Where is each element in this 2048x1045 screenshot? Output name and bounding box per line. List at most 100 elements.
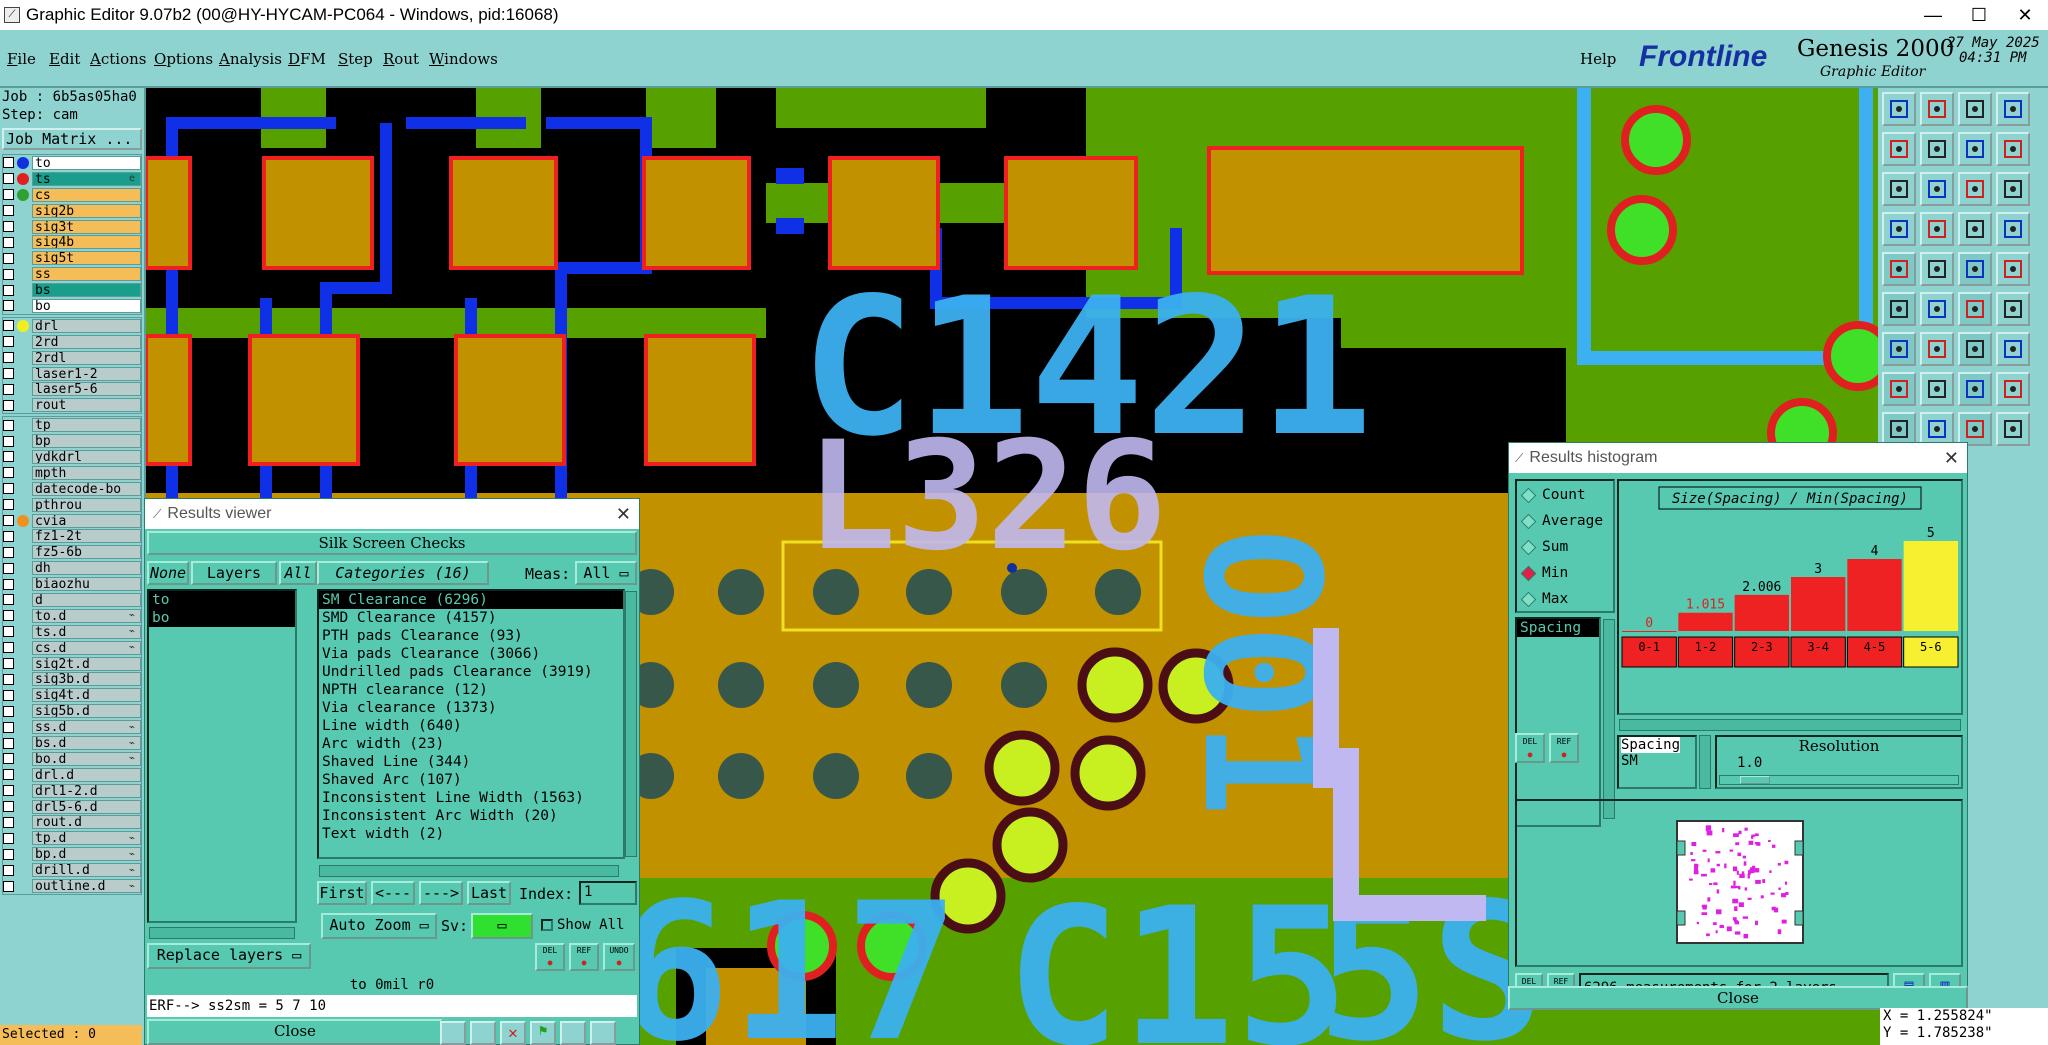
undo-button[interactable]: UNDO ● (603, 943, 635, 971)
fit-icon[interactable] (1882, 172, 1916, 206)
triangle4-icon[interactable] (1996, 412, 2030, 446)
pin-icon[interactable] (1958, 292, 1992, 326)
next-button[interactable]: ---> (419, 881, 463, 905)
layer-checkbox[interactable] (3, 300, 14, 312)
del-button[interactable]: DEL ● (535, 943, 565, 971)
layer-name[interactable]: drl5-6.d (32, 799, 141, 814)
histogram-bar[interactable] (1847, 559, 1902, 631)
layer-row-drill.d[interactable]: drill.d ⌁ (3, 862, 141, 878)
rotate-icon[interactable] (1958, 132, 1992, 166)
layer-row-fz1-2t[interactable]: fz1-2t (3, 528, 141, 544)
layer-name[interactable]: drl.d (32, 767, 141, 782)
layer-name[interactable]: sig3b.d (32, 672, 141, 687)
layer-row-laser1-2[interactable]: laser1-2 (3, 366, 141, 382)
layer-row-bp[interactable]: bp (3, 433, 141, 449)
layer-checkbox[interactable] (3, 189, 14, 201)
layer-name[interactable]: bo.d (32, 751, 141, 766)
probe-icon[interactable] (440, 1021, 466, 1045)
layer-row-ydkdrl[interactable]: ydkdrl (3, 449, 141, 465)
prev-button[interactable]: <--- (371, 881, 415, 905)
layer-checkbox[interactable] (3, 435, 14, 447)
layer-checkbox[interactable] (3, 515, 14, 527)
category-item[interactable]: PTH pads Clearance (93) (319, 627, 623, 645)
layer-checkbox[interactable] (3, 705, 14, 717)
layer-checkbox[interactable] (3, 610, 14, 622)
layer-row-bo.d[interactable]: bo.d ⌁ (3, 751, 141, 767)
category-item[interactable]: Inconsistent Arc Width (20) (319, 807, 623, 825)
menu-dfm[interactable]: DFM (288, 50, 326, 68)
layer-checkbox[interactable] (3, 236, 14, 248)
mode-radio-max[interactable]: Max (1520, 591, 1568, 607)
pad-icon[interactable] (1882, 372, 1916, 406)
layer-checkbox[interactable] (3, 562, 14, 574)
layer-checkbox[interactable] (3, 205, 14, 217)
layer-name[interactable]: to.d (32, 608, 141, 623)
layer-checkbox[interactable] (3, 221, 14, 232)
layer-name[interactable]: dh (32, 561, 141, 576)
layer-name[interactable]: ss (32, 267, 141, 282)
layer-checkbox[interactable] (3, 157, 14, 169)
categories-vscroll[interactable] (625, 591, 637, 857)
line-icon[interactable] (1958, 252, 1992, 286)
layer-row-ts.d[interactable]: ts.d ⌁ (3, 624, 141, 640)
layer-row-drl1-2.d[interactable]: drl1-2.d (3, 783, 141, 799)
layer-checkbox[interactable] (3, 801, 14, 813)
layer-checkbox[interactable] (3, 383, 14, 395)
copy-icon[interactable] (1920, 132, 1954, 166)
sv-color-dropdown[interactable]: ▭ (471, 913, 533, 939)
category-item[interactable]: Shaved Arc (107) (319, 771, 623, 789)
layer-row-drl.d[interactable]: drl.d (3, 767, 141, 783)
meas-dropdown[interactable]: All ▭ (575, 561, 637, 585)
ratio-icon[interactable] (1958, 172, 1992, 206)
link-icon[interactable] (1882, 212, 1916, 246)
triangle-icon[interactable] (1882, 412, 1916, 446)
arc-icon[interactable] (1958, 332, 1992, 366)
layer-row-drl5-6.d[interactable]: drl5-6.d (3, 799, 141, 815)
layer-name[interactable]: d (32, 592, 141, 607)
layer-checkbox[interactable] (3, 673, 14, 685)
layer-checkbox[interactable] (3, 689, 14, 701)
menu-edit[interactable]: Edit (49, 50, 80, 68)
layer-row-datecode-bo[interactable]: datecode-bo (3, 481, 141, 497)
layer-name[interactable]: tp (32, 418, 141, 433)
layer-checkbox[interactable] (3, 320, 14, 332)
layer-checkbox[interactable] (3, 848, 14, 860)
layer-name[interactable]: ydkdrl (32, 449, 141, 464)
menu-rout[interactable]: Rout (383, 50, 419, 68)
move-icon[interactable] (1882, 132, 1916, 166)
layer-row-bp.d[interactable]: bp.d ⌁ (3, 846, 141, 862)
category-item[interactable]: SM Clearance (6296) (319, 591, 623, 609)
layer-name[interactable]: cs.d (32, 640, 141, 655)
category-item[interactable]: Line width (640) (319, 717, 623, 735)
layer-checkbox[interactable] (3, 816, 14, 828)
layer-name[interactable]: bo (32, 298, 141, 313)
layer-name[interactable]: bs.d (32, 736, 141, 750)
hist-del-button[interactable]: DEL ● (1515, 733, 1545, 763)
layer-checkbox[interactable] (3, 880, 14, 892)
replace-layers-dropdown[interactable]: Replace layers ▭ (147, 943, 311, 969)
measure-icon[interactable] (1920, 332, 1954, 366)
layer-checkbox[interactable] (3, 252, 14, 264)
layer-checkbox[interactable] (3, 578, 14, 590)
chart-icon[interactable] (590, 1021, 616, 1045)
menu-analysis[interactable]: Analysis (219, 50, 282, 68)
triangle3-icon[interactable] (1958, 412, 1992, 446)
category-item[interactable]: SMD Clearance (4157) (319, 609, 623, 627)
layer-checkbox[interactable] (3, 483, 14, 495)
scale-icon[interactable] (1996, 132, 2030, 166)
key-icon[interactable] (1920, 212, 1954, 246)
layer-name[interactable]: fz5-6b (32, 545, 141, 560)
layer-name[interactable]: bp.d (32, 847, 141, 862)
layer-row-2rd[interactable]: 2rd (3, 334, 141, 350)
layer-checkbox[interactable] (3, 530, 14, 542)
layer-checkbox[interactable] (3, 399, 14, 411)
menu-options[interactable]: Options (154, 50, 213, 68)
grid-icon[interactable] (1996, 212, 2030, 246)
histogram-hscroll[interactable] (1619, 719, 1961, 731)
layer-name[interactable]: biaozhu (32, 577, 141, 592)
layer-name[interactable]: fz1-2t (32, 529, 141, 544)
first-button[interactable]: First (317, 881, 367, 905)
categories-button[interactable]: Categories (16) (317, 561, 489, 585)
layer-name[interactable]: outline.d (32, 879, 141, 894)
layer-row-ss[interactable]: ss (3, 266, 141, 282)
